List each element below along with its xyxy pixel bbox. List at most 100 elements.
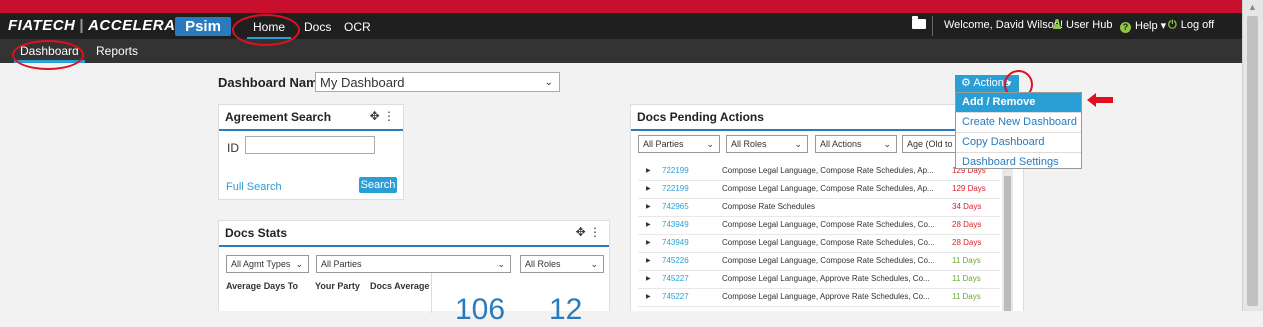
row-age: 11 Days — [952, 274, 981, 283]
chevron-down-icon: ⌄ — [544, 77, 553, 88]
expand-triangle-icon[interactable]: ▶ — [646, 252, 651, 270]
expand-triangle-icon[interactable]: ▶ — [646, 180, 651, 198]
chevron-down-icon: ⌄ — [497, 259, 505, 269]
expand-triangle-icon[interactable]: ▶ — [646, 270, 651, 288]
pending-roles-select[interactable]: All Roles ⌄ — [726, 135, 808, 153]
menu-copy-dashboard[interactable]: Copy Dashboard — [956, 133, 1081, 153]
brand-name: FIATECH — [8, 17, 76, 34]
row-id-link[interactable]: 722199 — [662, 180, 689, 198]
power-icon: ⏻ — [1168, 19, 1177, 31]
top-navigation: FIATECH | ACCELERATE Psim Home Docs OCR We… — [0, 13, 1243, 40]
expand-triangle-icon[interactable]: ▶ — [646, 216, 651, 234]
id-label: ID — [227, 141, 239, 155]
roles-select[interactable]: All Roles ⌄ — [520, 255, 604, 273]
top-brand-bar — [0, 0, 1263, 13]
row-description: Compose Legal Language, Compose Rate Sch… — [722, 184, 934, 193]
row-id-link[interactable]: 743949 — [662, 216, 689, 234]
row-id-link[interactable]: 745227 — [662, 288, 689, 306]
user-icon — [1052, 19, 1062, 29]
actions-menu: Add / Remove Widgets Create New Dashboar… — [955, 92, 1082, 169]
welcome-text: Welcome, David Wilson! — [944, 19, 1063, 31]
row-description: Compose Legal Language, Approve Rate Sch… — [722, 274, 930, 283]
dashboard-select[interactable]: My Dashboard ⌄ — [315, 72, 560, 92]
expand-triangle-icon[interactable]: ▶ — [646, 198, 651, 216]
panel-actions: ✥ ⋮ — [370, 109, 395, 123]
menu-add-remove-widgets[interactable]: Add / Remove Widgets — [956, 93, 1081, 127]
move-icon[interactable]: ✥ — [576, 225, 586, 239]
row-id-link[interactable]: 722199 — [662, 162, 689, 180]
app-badge[interactable]: Psim — [175, 17, 231, 36]
row-age: 28 Days — [952, 220, 982, 229]
more-icon[interactable]: ⋮ — [383, 109, 395, 123]
dashboard-name-label: Dashboard Name — [218, 75, 325, 90]
table-row[interactable]: ▶ 745227 Compose Legal Language, Approve R… — [638, 270, 1000, 289]
brand-logo: FIATECH | ACCELERATE — [8, 17, 195, 34]
table-row[interactable]: ▶ 722199 Compose Legal Language, Compose R… — [638, 180, 1000, 199]
scroll-up-icon[interactable]: ▲ — [1248, 2, 1257, 12]
full-search-link[interactable]: Full Search — [226, 181, 282, 193]
nav-docs[interactable]: Docs — [304, 20, 331, 34]
row-age: 129 Days — [952, 184, 986, 193]
stats-divider — [431, 273, 432, 313]
help-icon: ? — [1120, 22, 1131, 33]
chevron-down-icon: ⌄ — [590, 259, 598, 269]
pending-parties-select[interactable]: All Parties ⌄ — [638, 135, 720, 153]
table-row[interactable]: ▶ 743949 Compose Legal Language, Compose R… — [638, 234, 1000, 253]
row-description: Compose Legal Language, Compose Rate Sch… — [722, 238, 935, 247]
your-party-header: Your Party — [315, 281, 360, 291]
row-id-link[interactable]: 745226 — [662, 252, 689, 270]
logoff-link[interactable]: ⏻ Log off — [1168, 19, 1214, 32]
row-id-link[interactable]: 745227 — [662, 270, 689, 288]
docs-stats-panel: Docs Stats ✥ ⋮ All Agmt Types ⌄ All Parti… — [218, 220, 610, 326]
nav-divider — [932, 16, 933, 36]
row-id-link[interactable]: 743949 — [662, 234, 689, 252]
row-id-link[interactable]: 742965 — [662, 198, 689, 216]
id-input[interactable] — [245, 136, 375, 154]
list-scrollbar[interactable] — [1002, 162, 1013, 311]
expand-triangle-icon[interactable]: ▶ — [646, 162, 651, 180]
row-description: Compose Legal Language, Compose Rate Sch… — [722, 220, 935, 229]
row-description: Compose Legal Language, Compose Rate Sch… — [722, 256, 935, 265]
expand-triangle-icon[interactable]: ▶ — [646, 288, 651, 306]
table-row[interactable]: ▶ 722199 Compose Legal Language, Compose R… — [638, 162, 1000, 181]
table-row[interactable]: ▶ 745227 Compose Legal Language, Approve R… — [638, 288, 1000, 307]
annotation-circle-dashboard — [12, 40, 84, 70]
annotation-arrow-icon — [1087, 93, 1113, 107]
stat-value-2: 12 — [549, 293, 583, 326]
panel-title: Docs Pending Actions — [637, 110, 764, 124]
help-menu[interactable]: ? Help ▾ — [1120, 19, 1166, 33]
avg-days-header: Average Days To — [226, 281, 299, 291]
docs-average-header: Docs Average — [370, 281, 430, 291]
more-icon[interactable]: ⋮ — [589, 225, 601, 239]
table-row[interactable]: ▶ 743949 Compose Legal Language, Compose R… — [638, 216, 1000, 235]
page-scrollbar-thumb[interactable] — [1247, 16, 1258, 306]
user-hub-link[interactable]: User Hub — [1052, 19, 1112, 31]
agmt-type-select[interactable]: All Agmt Types ⌄ — [226, 255, 309, 273]
page-scrollbar[interactable]: ▲ — [1242, 0, 1263, 311]
annotation-circle-home — [232, 14, 300, 46]
nav-ocr[interactable]: OCR — [344, 20, 371, 34]
row-age: 11 Days — [952, 256, 981, 265]
chevron-down-icon: ⌄ — [706, 139, 714, 149]
pending-actions-select[interactable]: All Actions ⌄ — [815, 135, 897, 153]
expand-triangle-icon[interactable]: ▶ — [646, 234, 651, 252]
table-row[interactable]: ▶ 745226 Compose Legal Language, Compose R… — [638, 252, 1000, 271]
menu-create-new-dashboard[interactable]: Create New Dashboard — [956, 113, 1081, 133]
menu-dashboard-settings[interactable]: Dashboard Settings — [956, 153, 1081, 172]
parties-select[interactable]: All Parties ⌄ — [316, 255, 511, 273]
subnav-reports[interactable]: Reports — [96, 44, 138, 58]
list-scrollbar-thumb[interactable] — [1004, 176, 1011, 311]
row-age: 11 Days — [952, 292, 981, 301]
stat-value-1: 106 — [455, 293, 506, 326]
table-row[interactable]: ▶ 742965 Compose Rate Schedules 34 Days — [638, 198, 1000, 217]
folder-icon[interactable] — [912, 16, 926, 29]
age-sort-select[interactable]: Age (Old to N — [902, 135, 962, 153]
panel-actions: ✥ ⋮ — [576, 225, 601, 239]
chevron-down-icon: ⌄ — [883, 139, 891, 149]
search-button[interactable]: Search — [359, 177, 397, 193]
row-age: 34 Days — [952, 202, 982, 211]
sub-navigation: Dashboard Reports — [0, 39, 1243, 63]
move-icon[interactable]: ✥ — [370, 109, 380, 123]
chevron-down-icon: ⌄ — [794, 139, 802, 149]
panel-header: Docs Stats ✥ ⋮ — [219, 221, 609, 247]
